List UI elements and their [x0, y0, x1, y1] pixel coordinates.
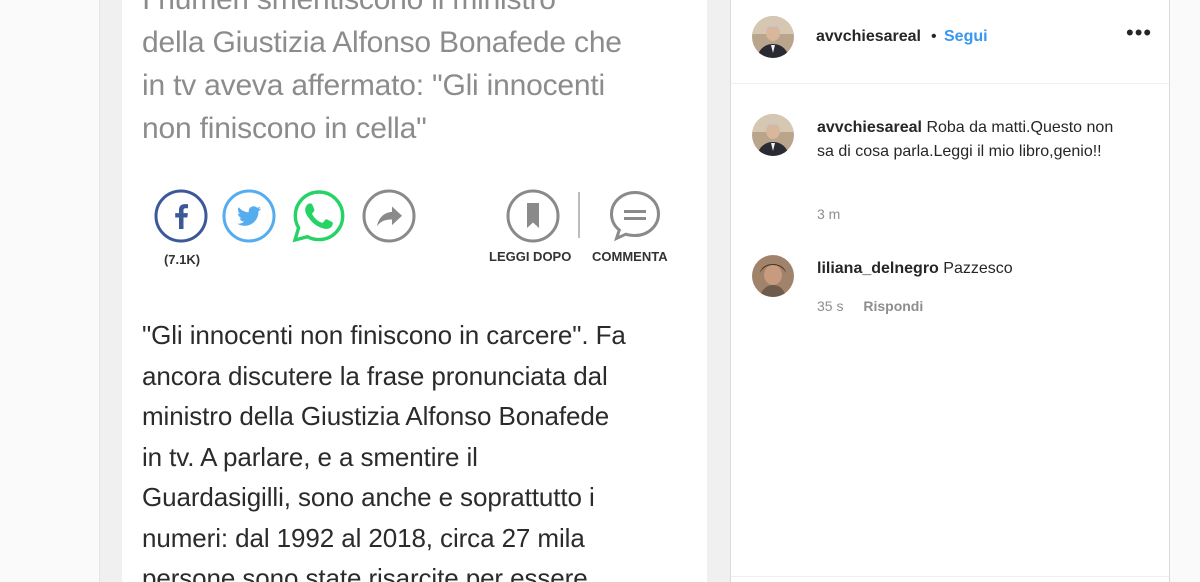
facebook-share-count: (7.1K) — [163, 252, 201, 267]
comment-avatar[interactable] — [752, 114, 794, 156]
comment-meta: 3 m — [817, 206, 840, 222]
body-line: Guardasigilli, sono anche e soprattutto … — [142, 482, 595, 512]
comment-time[interactable]: 35 s — [817, 298, 843, 314]
header-separator: • — [931, 28, 937, 45]
comment-icon — [607, 188, 663, 244]
twitter-icon — [221, 188, 277, 244]
comments-panel: avvchiesareal • Segui ••• avvchiesareal … — [730, 0, 1170, 582]
share-icon — [361, 188, 417, 244]
more-options-icon[interactable]: ••• — [1126, 20, 1152, 46]
body-line: in tv. A parlare, e a smentire il — [142, 441, 478, 472]
facebook-icon — [153, 188, 209, 244]
article-screenshot: I numeri smentiscono il ministro della G… — [122, 0, 707, 582]
comment-text: Pazzesco — [943, 260, 1013, 277]
share-bar: (7.1K) LEGGI DOPO COMMENTA — [122, 188, 707, 268]
author-username[interactable]: avvchiesareal — [816, 28, 921, 46]
body-line: ministro della Giustizia Alfonso Bonafed… — [142, 401, 610, 431]
lead-line: I numeri smentiscono il ministro — [142, 0, 702, 21]
comment-username[interactable]: avvchiesareal — [817, 119, 922, 136]
follow-button[interactable]: Segui — [944, 28, 988, 46]
body-line: "Gli innocenti non finiscono in carcere"… — [142, 320, 626, 350]
comment-avatar[interactable] — [752, 255, 794, 297]
share-divider — [578, 192, 580, 238]
read-later-label: LEGGI DOPO — [489, 249, 572, 264]
post-header: avvchiesareal • Segui ••• — [731, 0, 1169, 84]
comment-username[interactable]: liliana_delnegro — [817, 260, 939, 277]
body-line: numeri: dal 1992 al 2018, circa 27 mila — [142, 522, 585, 553]
whatsapp-icon — [291, 188, 347, 244]
comment-body: liliana_delnegro Pazzesco — [817, 257, 1117, 281]
comment-body: avvchiesareal Roba da matti.Questo non s… — [817, 116, 1117, 164]
body-line: ancora discutere la frase pronunciata da… — [142, 360, 608, 391]
reply-button[interactable]: Rispondi — [863, 298, 923, 314]
post-image: I numeri smentiscono il ministro della G… — [100, 0, 730, 582]
article-body: "Gli innocenti non finiscono in carcere"… — [142, 315, 702, 582]
article-lead: I numeri smentiscono il ministro della G… — [142, 0, 702, 150]
comment-label: COMMENTA — [592, 249, 668, 264]
author-avatar[interactable] — [752, 16, 794, 58]
comment-time[interactable]: 3 m — [817, 206, 840, 222]
body-line: persone sono state risarcite per essere — [142, 563, 588, 582]
comment-meta: 35 s Rispondi — [817, 298, 923, 314]
panel-divider — [731, 576, 1169, 577]
bookmark-icon — [505, 188, 561, 244]
lead-line: della Giustizia Alfonso Bonafede che — [142, 26, 622, 59]
lead-line: non finiscono in cella" — [142, 112, 427, 145]
lead-line: in tv aveva affermato: "Gli innocenti — [142, 69, 605, 102]
